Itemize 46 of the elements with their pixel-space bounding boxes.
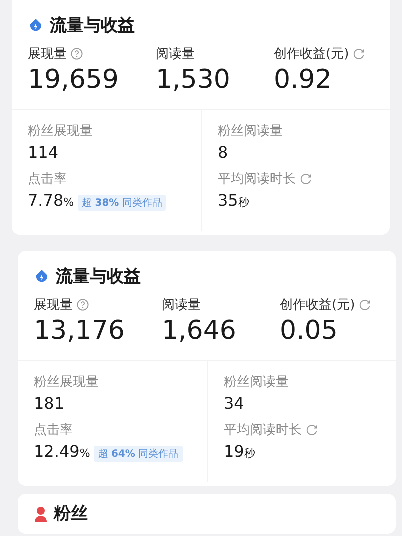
stat-label: 点击率 [28, 171, 67, 188]
refresh-icon[interactable] [306, 424, 318, 436]
metric-label: 展现量 [28, 46, 67, 63]
stat-value: 8 [218, 143, 228, 162]
metric-value: 0.05 [280, 316, 339, 346]
stat-label: 粉丝展现量 [28, 123, 93, 140]
bolt-drop-icon [34, 268, 50, 284]
metric-label: 创作收益(元) [274, 46, 350, 63]
stat-value: 34 [224, 394, 244, 413]
stat-value: 12.49 [34, 442, 80, 461]
card-title: 流量与收益 [50, 15, 135, 37]
metric-label: 创作收益(元) [280, 297, 356, 314]
refresh-icon[interactable] [359, 299, 372, 311]
card-title: 流量与收益 [56, 266, 141, 288]
stat-label: 平均阅读时长 [224, 422, 302, 439]
person-icon [34, 506, 48, 522]
metric-value: 19,659 [28, 65, 120, 95]
stat-value: 114 [28, 143, 59, 162]
metric-label: 阅读量 [156, 46, 195, 63]
card-title: 粉丝 [54, 503, 88, 525]
metric-value: 1,530 [156, 65, 232, 95]
stat-unit: 秒 [244, 446, 256, 461]
metric-label: 阅读量 [162, 297, 201, 314]
metric-value: 1,646 [162, 316, 238, 346]
stat-label: 粉丝展现量 [34, 374, 99, 391]
stat-label: 点击率 [34, 422, 73, 439]
metric-value: 13,176 [34, 316, 126, 346]
comparison-badge: 超 64% 同类作品 [94, 446, 183, 462]
help-icon[interactable] [77, 299, 89, 311]
metric-value: 0.92 [274, 65, 333, 95]
stat-value: 7.78 [28, 191, 64, 210]
stat-label: 平均阅读时长 [218, 171, 296, 188]
comparison-badge: 超 38% 同类作品 [78, 195, 166, 211]
stat-label: 粉丝阅读量 [218, 123, 283, 140]
refresh-icon[interactable] [300, 173, 312, 185]
bolt-drop-icon [28, 18, 44, 34]
stat-value: 35 [218, 191, 238, 210]
stat-value: 19 [224, 442, 244, 461]
help-icon[interactable] [71, 48, 83, 60]
stat-label: 粉丝阅读量 [224, 374, 289, 391]
stat-unit: % [64, 196, 74, 209]
metric-label: 展现量 [34, 297, 73, 314]
refresh-icon[interactable] [353, 48, 366, 60]
stat-unit: % [80, 447, 90, 460]
stat-value: 181 [34, 394, 65, 413]
stat-unit: 秒 [238, 195, 250, 210]
